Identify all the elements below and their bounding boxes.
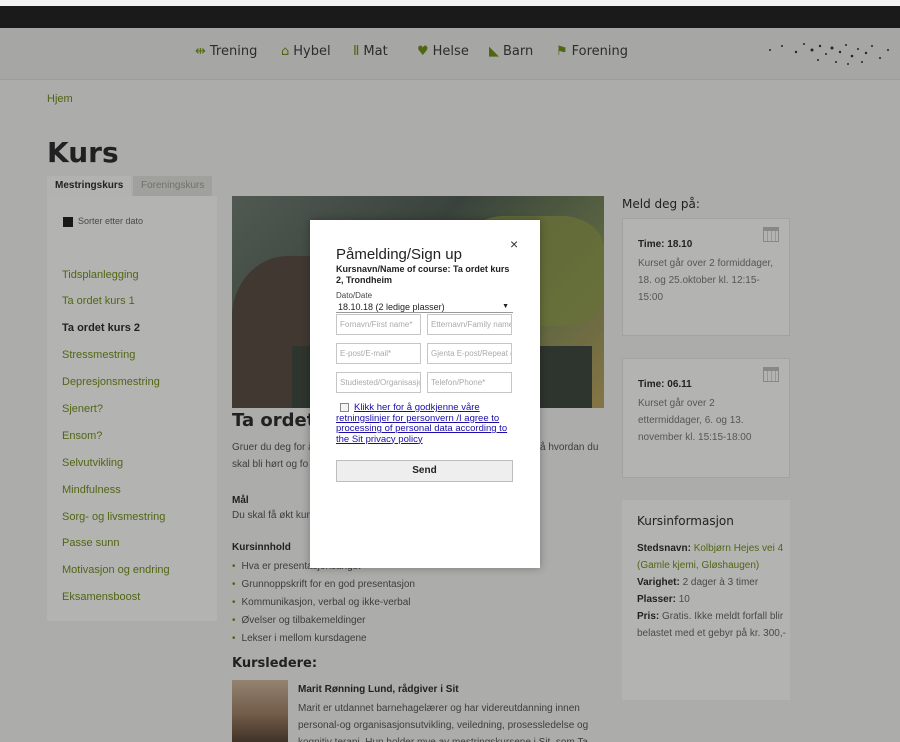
- chevron-down-icon: ▼: [502, 303, 509, 310]
- date-select[interactable]: 18.10.18 (2 ledige plasser) ▼: [336, 301, 513, 313]
- modal-title: Påmelding/Sign up: [336, 246, 462, 263]
- last-name-field[interactable]: Etternavn/Family name*: [427, 314, 512, 335]
- privacy-consent-link[interactable]: Klikk her for å godkjenne våre retningsl…: [336, 402, 513, 445]
- email-field[interactable]: E-post/E-mail*: [336, 343, 421, 364]
- first-name-field[interactable]: Fornavn/First name*: [336, 314, 421, 335]
- signup-modal: × Påmelding/Sign up Kursnavn/Name of cou…: [310, 220, 540, 568]
- close-icon[interactable]: ×: [510, 236, 518, 252]
- send-button[interactable]: Send: [336, 460, 513, 482]
- modal-course-name: Kursnavn/Name of course: Ta ordet kurs 2…: [336, 264, 510, 285]
- phone-field[interactable]: Telefon/Phone*: [427, 372, 512, 393]
- email-repeat-field[interactable]: Gjenta E-post/Repeat e-mail*: [427, 343, 512, 364]
- date-label: Dato/Date: [336, 291, 373, 300]
- organisation-field[interactable]: Studiested/Organisasjon: [336, 372, 421, 393]
- top-strip: [0, 6, 900, 28]
